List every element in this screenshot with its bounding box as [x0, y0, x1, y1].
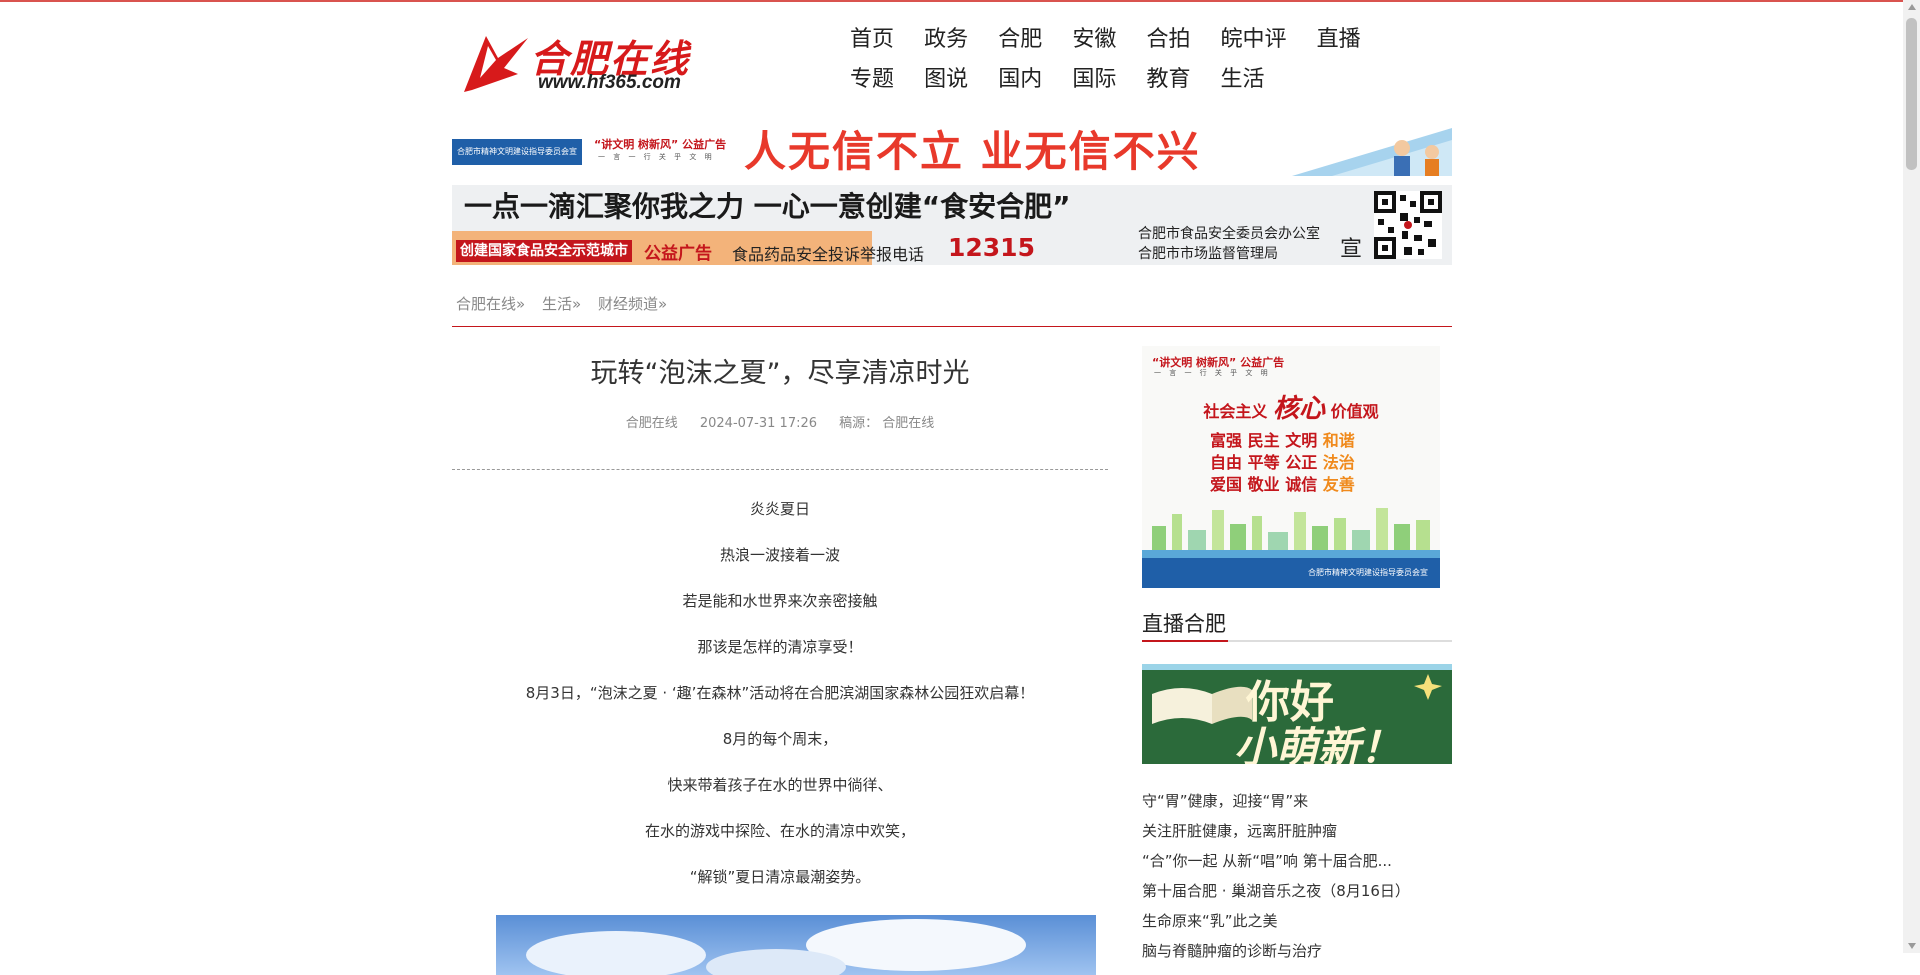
article-origin: 稿源： 合肥在线	[839, 416, 935, 431]
breadcrumb: 合肥在线» 生活» 财经频道»	[456, 293, 679, 314]
banner-people-illustration-icon	[1292, 128, 1452, 176]
core-values-big: 核心	[1272, 394, 1325, 424]
value-word: 诚信	[1285, 475, 1318, 494]
nav-item-domestic[interactable]: 国内	[998, 64, 1042, 96]
core-values-footer: 合肥市精神文明建设指导委员会宣	[1142, 558, 1440, 588]
banner-slogan: 人无信不立 业无信不兴	[744, 128, 1201, 176]
breadcrumb-divider	[452, 326, 1452, 327]
core-values-pre: 社会主义	[1203, 402, 1268, 421]
article-divider	[452, 469, 1108, 470]
food-safety-xuan: 宣	[1340, 237, 1363, 262]
core-values-row: 富强 民主 文明 和谐	[1210, 430, 1355, 452]
list-item[interactable]: 守“胃”健康，迎接“胃”来	[1142, 786, 1452, 816]
food-safety-label: 创建国家食品安全示范城市	[456, 240, 632, 262]
value-word: 爱国	[1210, 475, 1243, 494]
value-word: 友善	[1322, 475, 1355, 494]
list-item[interactable]: 脑与脊髓肿瘤的诊断与治疗	[1142, 936, 1452, 966]
value-word: 文明	[1285, 431, 1318, 450]
live-hefei-image[interactable]: 你好 小萌新！	[1142, 664, 1452, 764]
list-item[interactable]: “合”你一起 从新“唱”响 第十届合肥...	[1142, 846, 1452, 876]
food-safety-banner[interactable]: 一点一滴汇聚你我之力 一心一意创建“食安合肥” 创建国家食品安全示范城市 公益广…	[452, 185, 1452, 265]
list-item[interactable]: 生命原来“乳”此之美	[1142, 906, 1452, 936]
breadcrumb-item-life[interactable]: 生活»	[542, 295, 581, 313]
nav-item-hepai[interactable]: 合拍	[1146, 24, 1190, 56]
live-hefei-underline	[1142, 640, 1452, 642]
article-source: 合肥在线	[625, 416, 678, 431]
value-word: 民主	[1247, 431, 1280, 450]
live-hefei-list: 守“胃”健康，迎接“胃”来 关注肝脏健康，远离肝脏肿瘤 “合”你一起 从新“唱”…	[1142, 786, 1452, 966]
core-values-list: 富强 民主 文明 和谐 自由 平等 公正 法治 爱国 敬业 诚信 友善	[1210, 430, 1355, 496]
nav-item-life[interactable]: 生活	[1221, 64, 1265, 96]
banner-org-tag: 合肥市精神文明建设指导委员会宣	[452, 139, 582, 165]
hotline-label: 食品药品安全投诉举报电话	[732, 245, 925, 264]
banner-tag-title: “讲文明 树新风” 公益广告	[594, 138, 727, 151]
scrollbar-thumb[interactable]	[1906, 18, 1917, 170]
nav-row-2: 专题 图说 国内 国际 教育 生活	[850, 64, 1410, 104]
page-scrollbar[interactable]	[1903, 0, 1920, 953]
nav-item-topics[interactable]: 专题	[850, 64, 894, 96]
nav-item-international[interactable]: 国际	[1072, 64, 1116, 96]
value-word: 富强	[1210, 431, 1243, 450]
public-ad-label: 公益广告	[644, 244, 712, 264]
civility-banner[interactable]: 合肥市精神文明建设指导委员会宣 “讲文明 树新风” 公益广告 一 言 一 行 关…	[452, 128, 1452, 176]
article-paragraph: 在水的游戏中探险、在水的清凉中欢笑，	[644, 822, 915, 840]
core-values-ad[interactable]: “讲文明 树新风” 公益广告 一 言 一 行 关 乎 文 明 社会主义 核心 价…	[1142, 346, 1440, 588]
sky-clouds-icon	[526, 919, 1026, 975]
article-meta: 合肥在线 2024-07-31 17:26 稿源： 合肥在线	[452, 412, 1108, 431]
article-paragraph: 8月3日，“泡沫之夏 · ‘趣’在森林”活动将在合肥滨湖国家森林公园狂欢启幕！	[525, 684, 1035, 702]
value-word: 和谐	[1322, 431, 1355, 450]
nav-item-commentary[interactable]: 皖中评	[1221, 24, 1287, 56]
article-paragraph: 那该是怎样的清凉享受！	[697, 638, 863, 656]
nav-item-anhui[interactable]: 安徽	[1072, 24, 1116, 56]
breadcrumb-item-home[interactable]: 合肥在线»	[456, 295, 525, 313]
article-date: 2024-07-31 17:26	[699, 416, 818, 431]
live-image-text-2: 小萌新！	[1234, 723, 1403, 764]
nav-item-government[interactable]: 政务	[924, 24, 968, 56]
core-values-heading: 社会主义 核心 价值观	[1142, 388, 1440, 425]
value-word: 公正	[1285, 453, 1318, 472]
food-safety-slogan: 一点一滴汇聚你我之力 一心一意创建“食安合肥”	[464, 190, 1071, 223]
city-skyline-icon	[1142, 508, 1440, 562]
value-word: 敬业	[1247, 475, 1280, 494]
value-word: 法治	[1322, 453, 1355, 472]
value-word: 平等	[1247, 453, 1280, 472]
list-item[interactable]: 关注肝脏健康，远离肝脏肿瘤	[1142, 816, 1452, 846]
article-paragraph: 热浪一波接着一波	[719, 546, 840, 564]
nav-item-photos[interactable]: 图说	[924, 64, 968, 96]
site-logo[interactable]: 合肥在线 www.hf365.com	[458, 28, 698, 98]
banner-tag-subtitle: 一 言 一 行 关 乎 文 明	[598, 153, 715, 161]
nav-item-hefei[interactable]: 合肥	[998, 24, 1042, 56]
scroll-down-arrow-icon[interactable]	[1908, 943, 1916, 949]
article-body: 炎炎夏日 热浪一波接着一波 若是能和水世界来次亲密接触 那该是怎样的清凉享受！ …	[452, 498, 1108, 912]
food-safety-org-1: 合肥市食品安全委员会办公室	[1138, 226, 1320, 242]
main-nav: 首页 政务 合肥 安徽 合拍 皖中评 直播 专题 图说 国内 国际 教育 生活	[850, 24, 1410, 104]
core-values-row: 爱国 敬业 诚信 友善	[1210, 474, 1355, 496]
nav-item-education[interactable]: 教育	[1146, 64, 1190, 96]
article-paragraph: “解锁”夏日清凉最潮姿势。	[689, 868, 871, 886]
article-paragraph: 炎炎夏日	[749, 500, 810, 518]
logo-swoosh-icon	[464, 36, 528, 92]
core-values-tag-subtitle: 一 言 一 行 关 乎 文 明	[1154, 369, 1271, 377]
article-paragraph: 8月的每个周末，	[722, 730, 838, 748]
core-values-post: 价值观	[1330, 402, 1379, 421]
nav-item-home[interactable]: 首页	[850, 24, 894, 56]
top-accent-line	[0, 0, 1920, 2]
value-word: 自由	[1210, 453, 1243, 472]
core-values-row: 自由 平等 公正 法治	[1210, 452, 1355, 474]
logo-url: www.hf365.com	[538, 72, 681, 93]
food-safety-org-2: 合肥市市场监督管理局	[1138, 246, 1278, 262]
article-image	[496, 915, 1096, 975]
scroll-up-arrow-icon[interactable]	[1908, 4, 1916, 10]
breadcrumb-item-finance[interactable]: 财经频道»	[598, 295, 667, 313]
hotline-number: 12315	[948, 233, 1035, 262]
live-hefei-title: 直播合肥	[1142, 612, 1226, 636]
article-paragraph: 若是能和水世界来次亲密接触	[682, 592, 878, 610]
qr-code-icon	[1374, 191, 1442, 259]
list-item[interactable]: 第十届合肥 · 巢湖音乐之夜（8月16日）	[1142, 876, 1452, 906]
nav-row-1: 首页 政务 合肥 安徽 合拍 皖中评 直播	[850, 24, 1410, 64]
article-title: 玩转“泡沫之夏”，尽享清凉时光	[590, 358, 970, 389]
nav-item-live[interactable]: 直播	[1317, 24, 1361, 56]
article: 玩转“泡沫之夏”，尽享清凉时光 合肥在线 2024-07-31 17:26 稿源…	[452, 350, 1108, 975]
article-paragraph: 快来带着孩子在水的世界中徜徉、	[667, 776, 893, 794]
